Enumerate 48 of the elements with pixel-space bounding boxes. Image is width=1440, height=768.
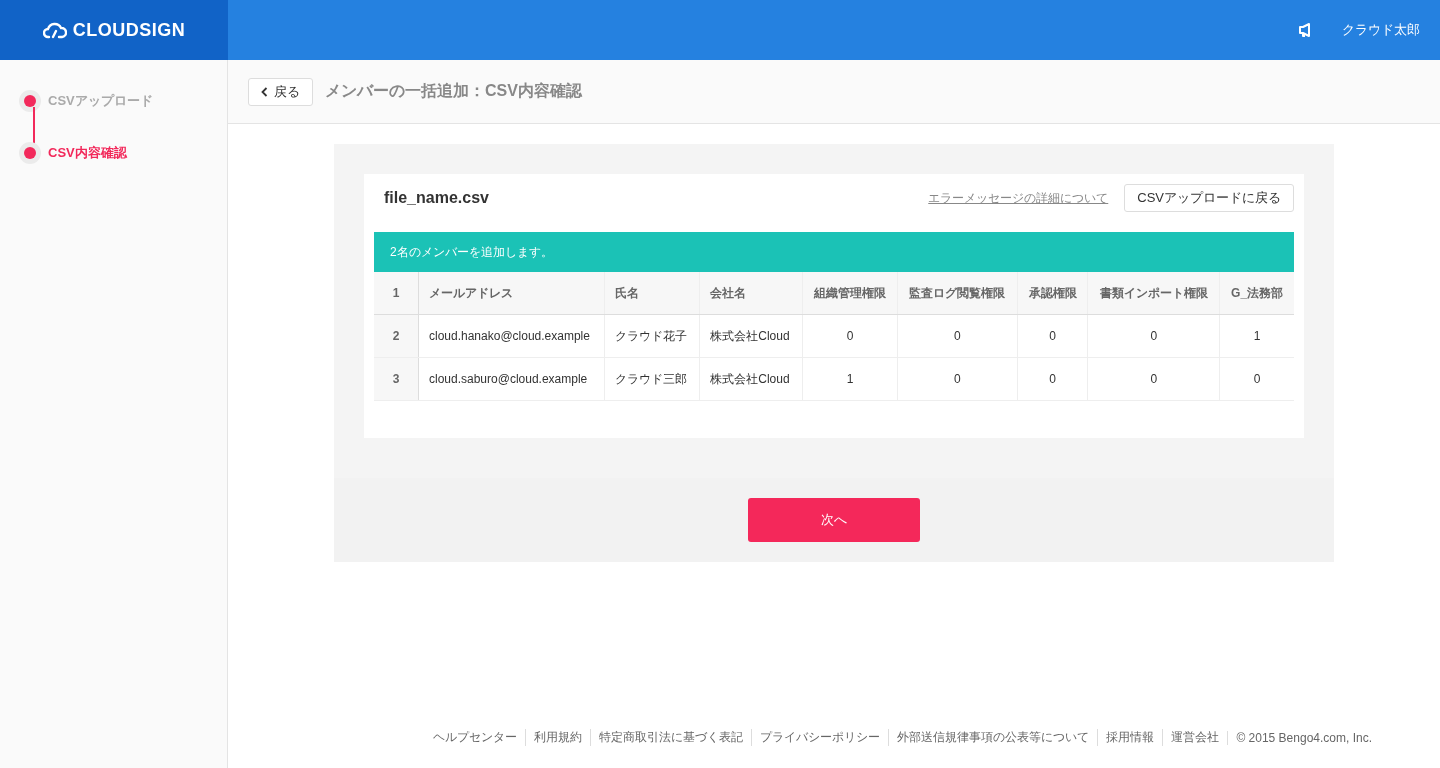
- logo-text: CLOUDSIGN: [72, 19, 186, 41]
- copyright-text: © 2015 Bengo4.com, Inc.: [1227, 730, 1380, 745]
- table-cell: 0: [1017, 357, 1088, 401]
- row-number: 2: [374, 314, 419, 358]
- next-button[interactable]: 次へ: [748, 498, 920, 542]
- row-number: 3: [374, 357, 419, 401]
- step-label: CSV内容確認: [48, 144, 127, 162]
- column-header: 組織管理権限: [802, 272, 898, 315]
- column-header: 氏名: [604, 272, 700, 315]
- table-cell: クラウド花子: [604, 314, 700, 358]
- table-cell: 株式会社Cloud: [699, 357, 803, 401]
- footer-link[interactable]: プライバシーポリシー: [760, 730, 881, 744]
- table-cell: 株式会社Cloud: [699, 314, 803, 358]
- user-name[interactable]: クラウド太郎: [1342, 21, 1420, 39]
- step-label: CSVアップロード: [48, 92, 153, 110]
- footer-link[interactable]: 採用情報: [1106, 730, 1155, 744]
- table-cell: cloud.saburo@cloud.example: [418, 357, 605, 401]
- footer-link[interactable]: 利用規約: [534, 730, 583, 744]
- footer-link[interactable]: 特定商取引法に基づく表記: [599, 730, 744, 744]
- column-header: 書類インポート権限: [1087, 272, 1220, 315]
- cloud-logo-icon: [42, 21, 67, 39]
- row-number: 1: [374, 272, 419, 315]
- error-details-link[interactable]: エラーメッセージの詳細について: [928, 189, 1109, 207]
- column-header: 会社名: [699, 272, 803, 315]
- column-header: G_法務部: [1219, 272, 1294, 315]
- notice-banner: 2名のメンバーを追加します。: [374, 232, 1294, 272]
- table-cell: クラウド三郎: [604, 357, 700, 401]
- column-header: 承認権限: [1017, 272, 1088, 315]
- footer-link[interactable]: ヘルプセンター: [433, 730, 518, 744]
- table-cell: 0: [897, 314, 1018, 358]
- column-header: 監査ログ閲覧権限: [897, 272, 1018, 315]
- footer-link[interactable]: 外部送信規律事項の公表等について: [897, 730, 1090, 744]
- table-cell: 0: [802, 314, 898, 358]
- table-cell: cloud.hanako@cloud.example: [418, 314, 605, 358]
- chevron-left-icon: [261, 86, 268, 97]
- table-cell: 0: [1087, 314, 1220, 358]
- back-button[interactable]: 戻る: [248, 77, 313, 106]
- table-cell: 1: [802, 357, 898, 401]
- table-cell: 0: [1087, 357, 1220, 401]
- file-name: file_name.csv: [384, 189, 490, 207]
- back-to-upload-button[interactable]: CSVアップロードに戻る: [1124, 184, 1294, 212]
- table-cell: 1: [1219, 314, 1294, 358]
- table-cell: 0: [897, 357, 1018, 401]
- footer-link[interactable]: 運営会社: [1171, 730, 1220, 744]
- column-header: メールアドレス: [418, 272, 605, 315]
- page-title: メンバーの一括追加：CSV内容確認: [325, 81, 582, 101]
- table-cell: 0: [1017, 314, 1088, 358]
- table-cell: 0: [1219, 357, 1294, 401]
